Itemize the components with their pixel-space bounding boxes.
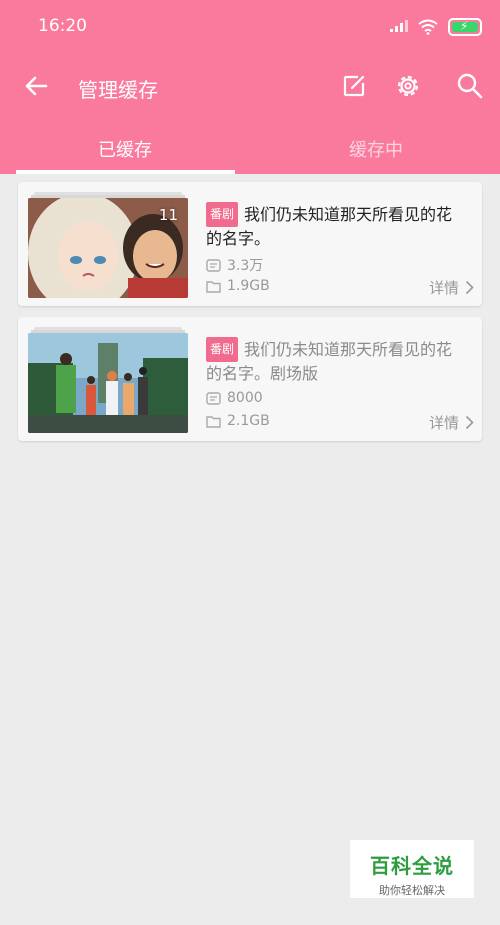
details-label: 详情 xyxy=(428,414,459,432)
edit-icon xyxy=(343,75,365,97)
size-row: 2.1GB xyxy=(206,413,270,429)
views-count: 8000 xyxy=(227,390,263,406)
list-item[interactable]: 11 番剧 我们仍未知道那天所看见的花的名字。 3.3万 1.9GB 详情 xyxy=(18,182,482,306)
chevron-right-icon xyxy=(465,415,474,430)
app-bar: 管理缓存 xyxy=(0,54,500,120)
thumbnail xyxy=(28,333,188,433)
details-label: 详情 xyxy=(428,279,459,297)
settings-button[interactable] xyxy=(392,70,424,102)
gear-icon xyxy=(397,75,419,97)
item-info: 番剧 我们仍未知道那天所看见的花的名字。 xyxy=(206,202,468,250)
status-icons: ⚡ xyxy=(390,16,482,38)
tab-bar: 已缓存 缓存中 xyxy=(0,124,500,174)
category-tag: 番剧 xyxy=(206,202,239,227)
search-button[interactable] xyxy=(454,70,486,102)
tab-caching[interactable]: 缓存中 xyxy=(349,136,403,162)
wifi-icon xyxy=(418,19,438,35)
item-title: 番剧 我们仍未知道那天所看见的花的名字。剧场版 xyxy=(206,337,468,385)
edit-button[interactable] xyxy=(338,70,370,102)
battery-icon: ⚡ xyxy=(448,18,482,36)
size-row: 1.9GB xyxy=(206,278,270,294)
tab-indicator xyxy=(16,170,235,174)
folder-icon xyxy=(206,415,221,428)
category-tag: 番剧 xyxy=(206,337,239,362)
episode-count: 11 xyxy=(158,206,178,224)
back-button[interactable] xyxy=(20,70,52,102)
views-count: 3.3万 xyxy=(227,258,264,274)
folder-icon xyxy=(206,280,221,293)
thumbnail: 11 xyxy=(28,198,188,298)
header: 16:20 ⚡ 管理缓存 已缓存 缓存中 xyxy=(0,0,500,174)
danmaku-icon xyxy=(206,258,221,272)
thumbnail-stack: 11 xyxy=(28,192,188,298)
watermark-subtitle: 助你轻松解决 xyxy=(379,884,445,897)
chevron-right-icon xyxy=(465,280,474,295)
status-bar: 16:20 ⚡ xyxy=(0,0,500,54)
watermark-logo: 百科全说 助你轻松解决 xyxy=(350,840,474,898)
item-title: 番剧 我们仍未知道那天所看见的花的名字。 xyxy=(206,202,468,250)
views-row: 3.3万 xyxy=(206,255,263,275)
status-time: 16:20 xyxy=(38,16,87,36)
item-title-text: 我们仍未知道那天所看见的花的名字。剧场版 xyxy=(206,340,453,383)
signal-icon xyxy=(390,20,408,32)
cache-list: 11 番剧 我们仍未知道那天所看见的花的名字。 3.3万 1.9GB 详情 番剧… xyxy=(18,182,482,452)
file-size: 1.9GB xyxy=(227,278,270,294)
item-info: 番剧 我们仍未知道那天所看见的花的名字。剧场版 xyxy=(206,337,468,385)
item-title-text: 我们仍未知道那天所看见的花的名字。 xyxy=(206,205,453,248)
search-icon xyxy=(457,73,483,99)
arrow-left-icon xyxy=(25,76,48,96)
page-title: 管理缓存 xyxy=(78,78,158,102)
danmaku-icon xyxy=(206,391,221,405)
file-size: 2.1GB xyxy=(227,413,270,429)
details-link[interactable]: 详情 xyxy=(429,277,474,298)
tab-cached[interactable]: 已缓存 xyxy=(98,136,152,162)
thumbnail-stack xyxy=(28,327,188,433)
watermark-title: 百科全说 xyxy=(370,854,454,878)
views-row: 8000 xyxy=(206,390,263,406)
details-link[interactable]: 详情 xyxy=(429,412,474,433)
list-item[interactable]: 番剧 我们仍未知道那天所看见的花的名字。剧场版 8000 2.1GB 详情 xyxy=(18,317,482,441)
